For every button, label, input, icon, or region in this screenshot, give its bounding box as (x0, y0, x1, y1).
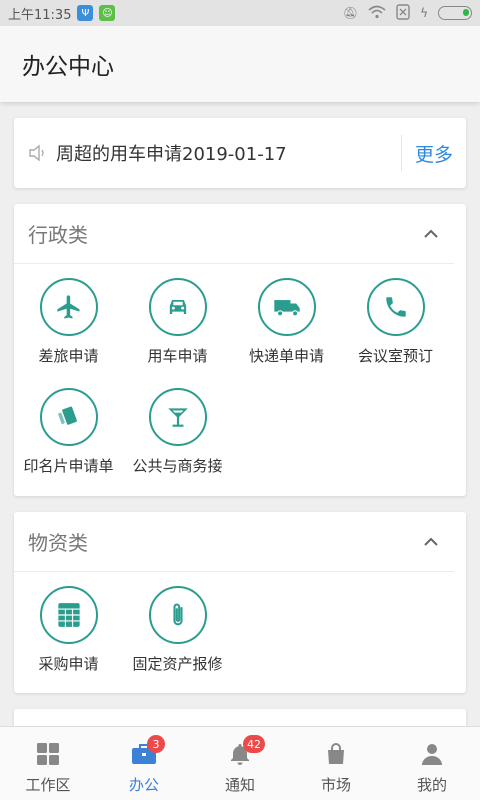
app-label: 公共与商务接 (132, 457, 223, 475)
bell-icon: 42 (227, 735, 265, 767)
nav-label: 办公 (128, 776, 159, 794)
card-icon (39, 388, 98, 446)
mute-icon: 🔕︎ (342, 6, 359, 20)
airplane-icon (39, 278, 98, 336)
badge-office: 3 (147, 735, 165, 753)
app-bar: 办公中心 (0, 26, 480, 102)
chevron-up-icon[interactable] (422, 533, 440, 551)
bottom-nav: 工作区 3 办公 42 通知 市场 我的 (0, 726, 480, 800)
app-label: 会议室预订 (357, 347, 433, 365)
charging-icon: ϟ (420, 6, 428, 20)
car-icon (148, 278, 207, 336)
nav-label: 市场 (320, 776, 351, 794)
badge-notifications: 42 (243, 735, 265, 753)
battery-icon (438, 6, 472, 20)
nav-item-office[interactable]: 3 办公 (96, 727, 192, 800)
section-materials-title: 物资类 (28, 531, 88, 555)
app-label: 用车申请 (147, 347, 208, 365)
truck-icon (257, 278, 316, 336)
nav-item-mine[interactable]: 我的 (384, 727, 480, 800)
section-admin: 行政类 差旅申请 用车申请 快递单申请 会议室预订 印名片申请单 公共与商务接 (14, 204, 466, 496)
person-icon (419, 741, 445, 767)
phone-icon (366, 278, 425, 336)
section-admin-title: 行政类 (28, 223, 88, 247)
nav-item-market[interactable]: 市场 (288, 727, 384, 800)
nav-label: 工作区 (25, 776, 71, 794)
notice-card[interactable]: 周超的用车申请2019-01-17 更多 (14, 118, 466, 188)
nav-item-workspace[interactable]: 工作区 (0, 727, 96, 800)
nav-label: 我的 (416, 776, 447, 794)
app-meeting-room[interactable]: 会议室预订 (341, 274, 450, 384)
app-express-request[interactable]: 快递单申请 (232, 274, 341, 384)
wifi-icon (368, 5, 386, 22)
usb-icon: Ψ (77, 5, 94, 21)
more-link[interactable]: 更多 (402, 140, 466, 167)
app-label: 采购申请 (38, 655, 99, 673)
app-label: 快递单申请 (248, 347, 324, 365)
bag-icon (323, 741, 349, 767)
app-notification-icon: ☺ (99, 5, 116, 21)
app-reception[interactable]: 公共与商务接 (123, 384, 232, 494)
paperclip-icon (148, 586, 207, 644)
sim-icon (396, 3, 410, 23)
nav-item-notifications[interactable]: 42 通知 (192, 727, 288, 800)
app-label: 印名片申请单 (23, 457, 114, 475)
app-car-request[interactable]: 用车申请 (123, 274, 232, 384)
status-bar: 上午11:35 Ψ ☺ 🔕︎ ϟ (0, 0, 480, 26)
notice-text[interactable]: 周超的用车申请2019-01-17 (56, 140, 401, 166)
chevron-up-icon[interactable] (422, 225, 440, 243)
app-travel-request[interactable]: 差旅申请 (14, 274, 123, 384)
nav-label: 通知 (224, 776, 255, 794)
briefcase-icon: 3 (131, 735, 165, 767)
grid-icon (35, 741, 61, 767)
section-admin-header[interactable]: 行政类 (14, 204, 454, 264)
app-purchase-request[interactable]: 采购申请 (14, 582, 123, 692)
spreadsheet-icon (39, 586, 98, 644)
app-asset-repair[interactable]: 固定资产报修 (123, 582, 232, 692)
page-title: 办公中心 (22, 54, 114, 80)
section-materials: 物资类 采购申请 固定资产报修 (14, 512, 466, 693)
cocktail-icon (148, 388, 207, 446)
app-label: 固定资产报修 (132, 655, 223, 673)
speaker-icon (28, 143, 48, 163)
section-materials-header[interactable]: 物资类 (14, 512, 454, 572)
app-business-card[interactable]: 印名片申请单 (14, 384, 123, 494)
app-label: 差旅申请 (38, 347, 99, 365)
status-time: 上午11:35 (8, 7, 72, 23)
